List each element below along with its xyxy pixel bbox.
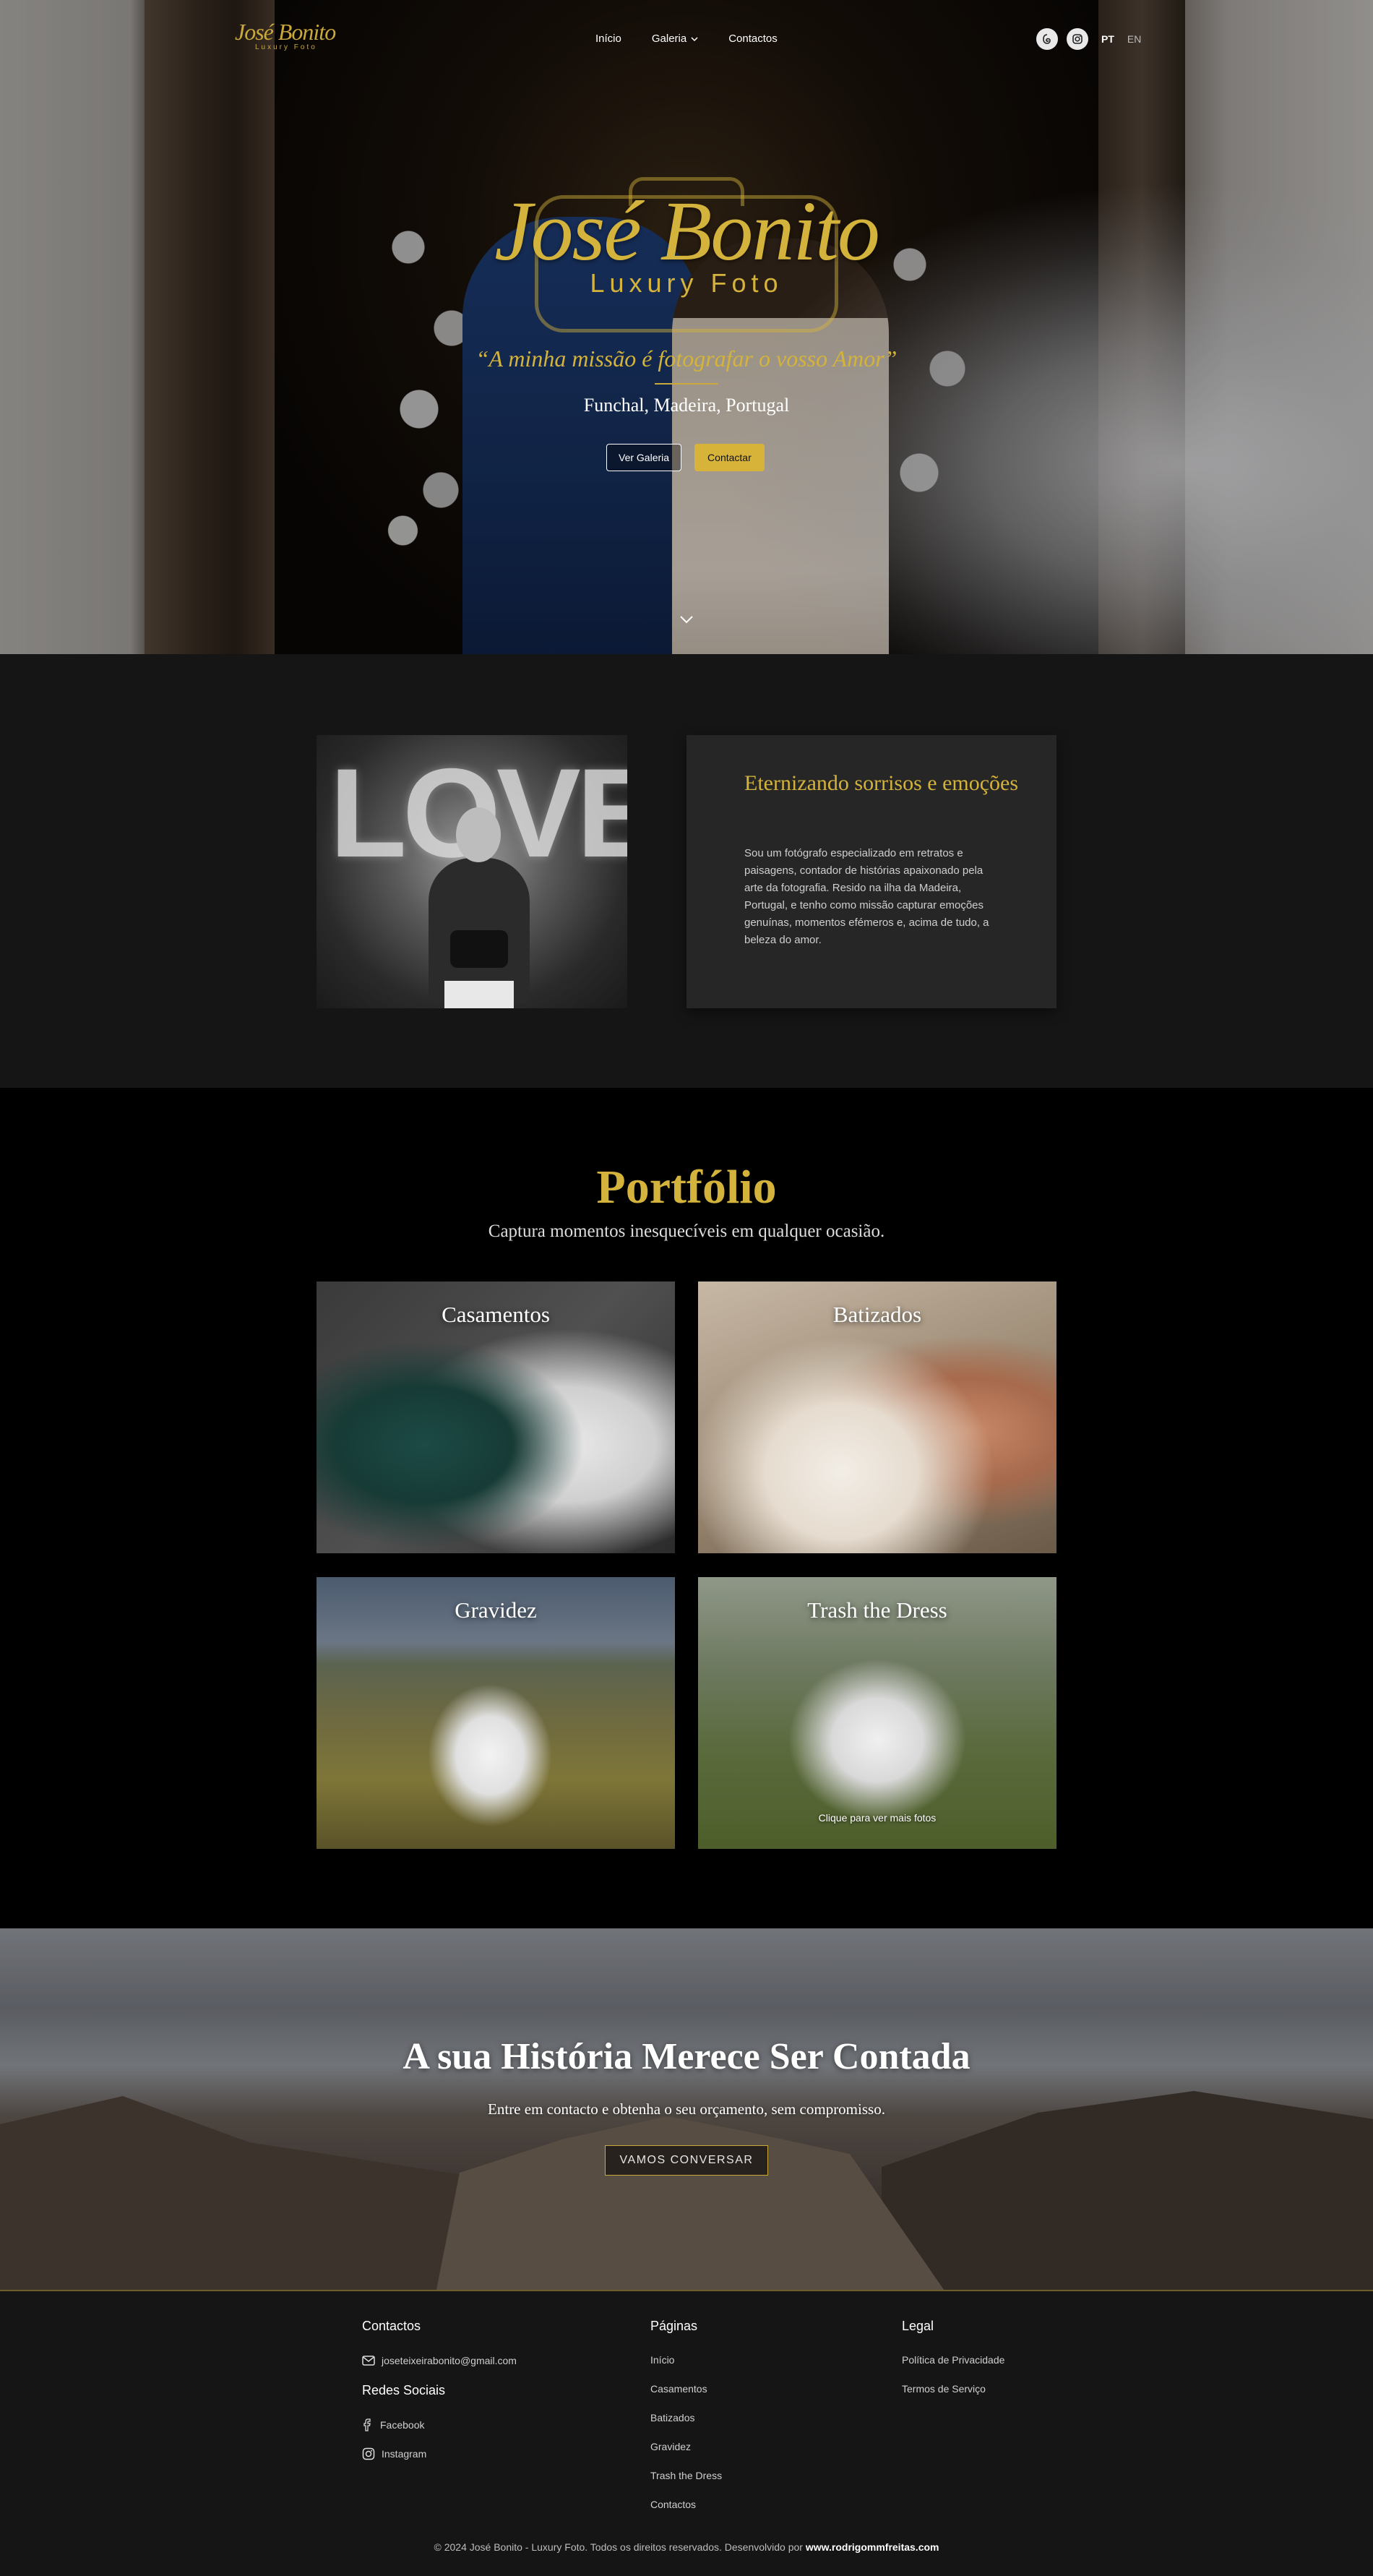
footer-developer-link[interactable]: www.rodrigommfreitas.com (806, 2541, 939, 2553)
nav-link-contactos[interactable]: Contactos (728, 33, 778, 45)
footer-legal-heading: Legal (902, 2319, 934, 2333)
portfolio-tile-gravidez[interactable]: Gravidez (317, 1577, 675, 1849)
portfolio-tile-hint: Clique para ver mais fotos (818, 1812, 937, 1824)
portfolio-title: Portfólio (596, 1161, 777, 1214)
footer-instagram-link[interactable]: Instagram (362, 2447, 517, 2460)
footer-privacy-link[interactable]: Política de Privacidade (902, 2354, 1004, 2366)
lang-pt[interactable]: PT (1101, 33, 1114, 45)
footer-page-gravidez[interactable]: Gravidez (650, 2441, 722, 2453)
hero-divider (655, 383, 718, 385)
site-logo[interactable]: José Bonito Luxury Foto (235, 20, 350, 62)
footer-contacts-heading: Contactos (362, 2319, 421, 2333)
footer-page-trash-the-dress[interactable]: Trash the Dress (650, 2470, 722, 2482)
portfolio-tile-label: Gravidez (455, 1597, 537, 1623)
footer-pages-heading: Páginas (650, 2319, 698, 2333)
hero-buttons: Ver Galeria Contactar (606, 444, 765, 471)
portfolio-section: Portfólio Captura momentos inesquecíveis… (0, 1088, 1373, 1928)
nav-links: Início Galeria Contactos (595, 33, 808, 45)
about-section: LOVE Eternizando sorrisos e emoções Sou … (0, 654, 1373, 1088)
lets-talk-button[interactable]: VAMOS CONVERSAR (605, 2145, 768, 2176)
portfolio-subtitle: Captura momentos inesquecíveis em qualqu… (488, 1222, 885, 1241)
nav-link-inicio[interactable]: Início (595, 33, 621, 45)
footer-contacts-column: Contactos joseteixeirabonito@gmail.com R… (362, 2319, 517, 2476)
logo-sub: Luxury Foto (255, 43, 317, 51)
about-title: Eternizando sorrisos e emoções (744, 771, 1019, 795)
footer-facebook-link[interactable]: Facebook (362, 2418, 517, 2431)
photographer-figure (429, 807, 530, 1008)
footer-legal-column: Legal Política de Privacidade Termos de … (902, 2319, 1004, 2412)
about-card: Eternizando sorrisos e emoções Sou um fo… (686, 735, 1056, 1008)
instagram-icon[interactable] (1067, 28, 1088, 50)
mail-icon (362, 2355, 375, 2366)
threads-icon[interactable] (1036, 28, 1058, 50)
logo-name: José Bonito (235, 19, 336, 45)
footer-facebook-label: Facebook (380, 2418, 425, 2431)
hero-section: José Bonito Luxury Foto Início Galeria C… (0, 0, 1373, 654)
facebook-icon (363, 2418, 371, 2431)
scroll-down-chevron-icon[interactable] (676, 609, 697, 630)
top-navigation: José Bonito Luxury Foto Início Galeria C… (0, 0, 1373, 80)
about-body: Sou um fotógrafo especializado em retrat… (744, 847, 989, 946)
hero-logo: José Bonito Luxury Foto (470, 177, 903, 336)
contact-button[interactable]: Contactar (694, 444, 765, 471)
nav-link-galeria-label: Galeria (651, 33, 687, 45)
lang-en[interactable]: EN (1127, 33, 1141, 45)
nav-right: PT EN (1036, 28, 1141, 50)
portfolio-tile-batizados[interactable]: Batizados (698, 1281, 1056, 1553)
footer-page-contactos[interactable]: Contactos (650, 2499, 722, 2511)
chevron-down-icon (691, 36, 698, 41)
portfolio-tile-label: Trash the Dress (807, 1597, 947, 1623)
footer-social-heading: Redes Sociais (362, 2383, 446, 2397)
portfolio-tile-casamentos[interactable]: Casamentos (317, 1281, 675, 1553)
view-gallery-button[interactable]: Ver Galeria (606, 444, 682, 471)
hero-logo-name: José Bonito (494, 184, 880, 278)
cta-subtitle: Entre em contacto e obtenha o seu orçame… (488, 2100, 885, 2118)
footer-terms-link[interactable]: Termos de Serviço (902, 2383, 1004, 2395)
footer-copyright-text: © 2024 José Bonito - Luxury Foto. Todos … (434, 2541, 806, 2553)
portfolio-tile-trash-the-dress[interactable]: Trash the Dress Clique para ver mais fot… (698, 1577, 1056, 1849)
portfolio-tile-label: Batizados (832, 1302, 922, 1327)
about-photo: LOVE (317, 735, 627, 1008)
footer-email-text: joseteixeirabonito@gmail.com (382, 2354, 517, 2366)
footer-pages-column: Páginas Início Casamentos Batizados Grav… (650, 2319, 722, 2528)
cta-section: A sua História Merece Ser Contada Entre … (0, 1928, 1373, 2291)
footer: Contactos joseteixeirabonito@gmail.com R… (0, 2291, 1373, 2576)
hero-logo-sub: Luxury Foto (590, 268, 783, 298)
instagram-icon (362, 2447, 375, 2460)
hero-location: Funchal, Madeira, Portugal (583, 395, 790, 416)
footer-page-casamentos[interactable]: Casamentos (650, 2383, 722, 2395)
portfolio-tile-label: Casamentos (442, 1302, 550, 1327)
footer-page-batizados[interactable]: Batizados (650, 2412, 722, 2424)
footer-instagram-label: Instagram (382, 2447, 427, 2460)
hero-tagline: “A minha missão é fotografar o vosso Amo… (475, 345, 898, 372)
cta-title: A sua História Merece Ser Contada (403, 2036, 970, 2077)
nav-link-galeria[interactable]: Galeria (652, 33, 698, 45)
footer-email[interactable]: joseteixeirabonito@gmail.com (362, 2354, 517, 2366)
footer-page-inicio[interactable]: Início (650, 2354, 722, 2366)
footer-copyright: © 2024 José Bonito - Luxury Foto. Todos … (0, 2541, 1373, 2553)
